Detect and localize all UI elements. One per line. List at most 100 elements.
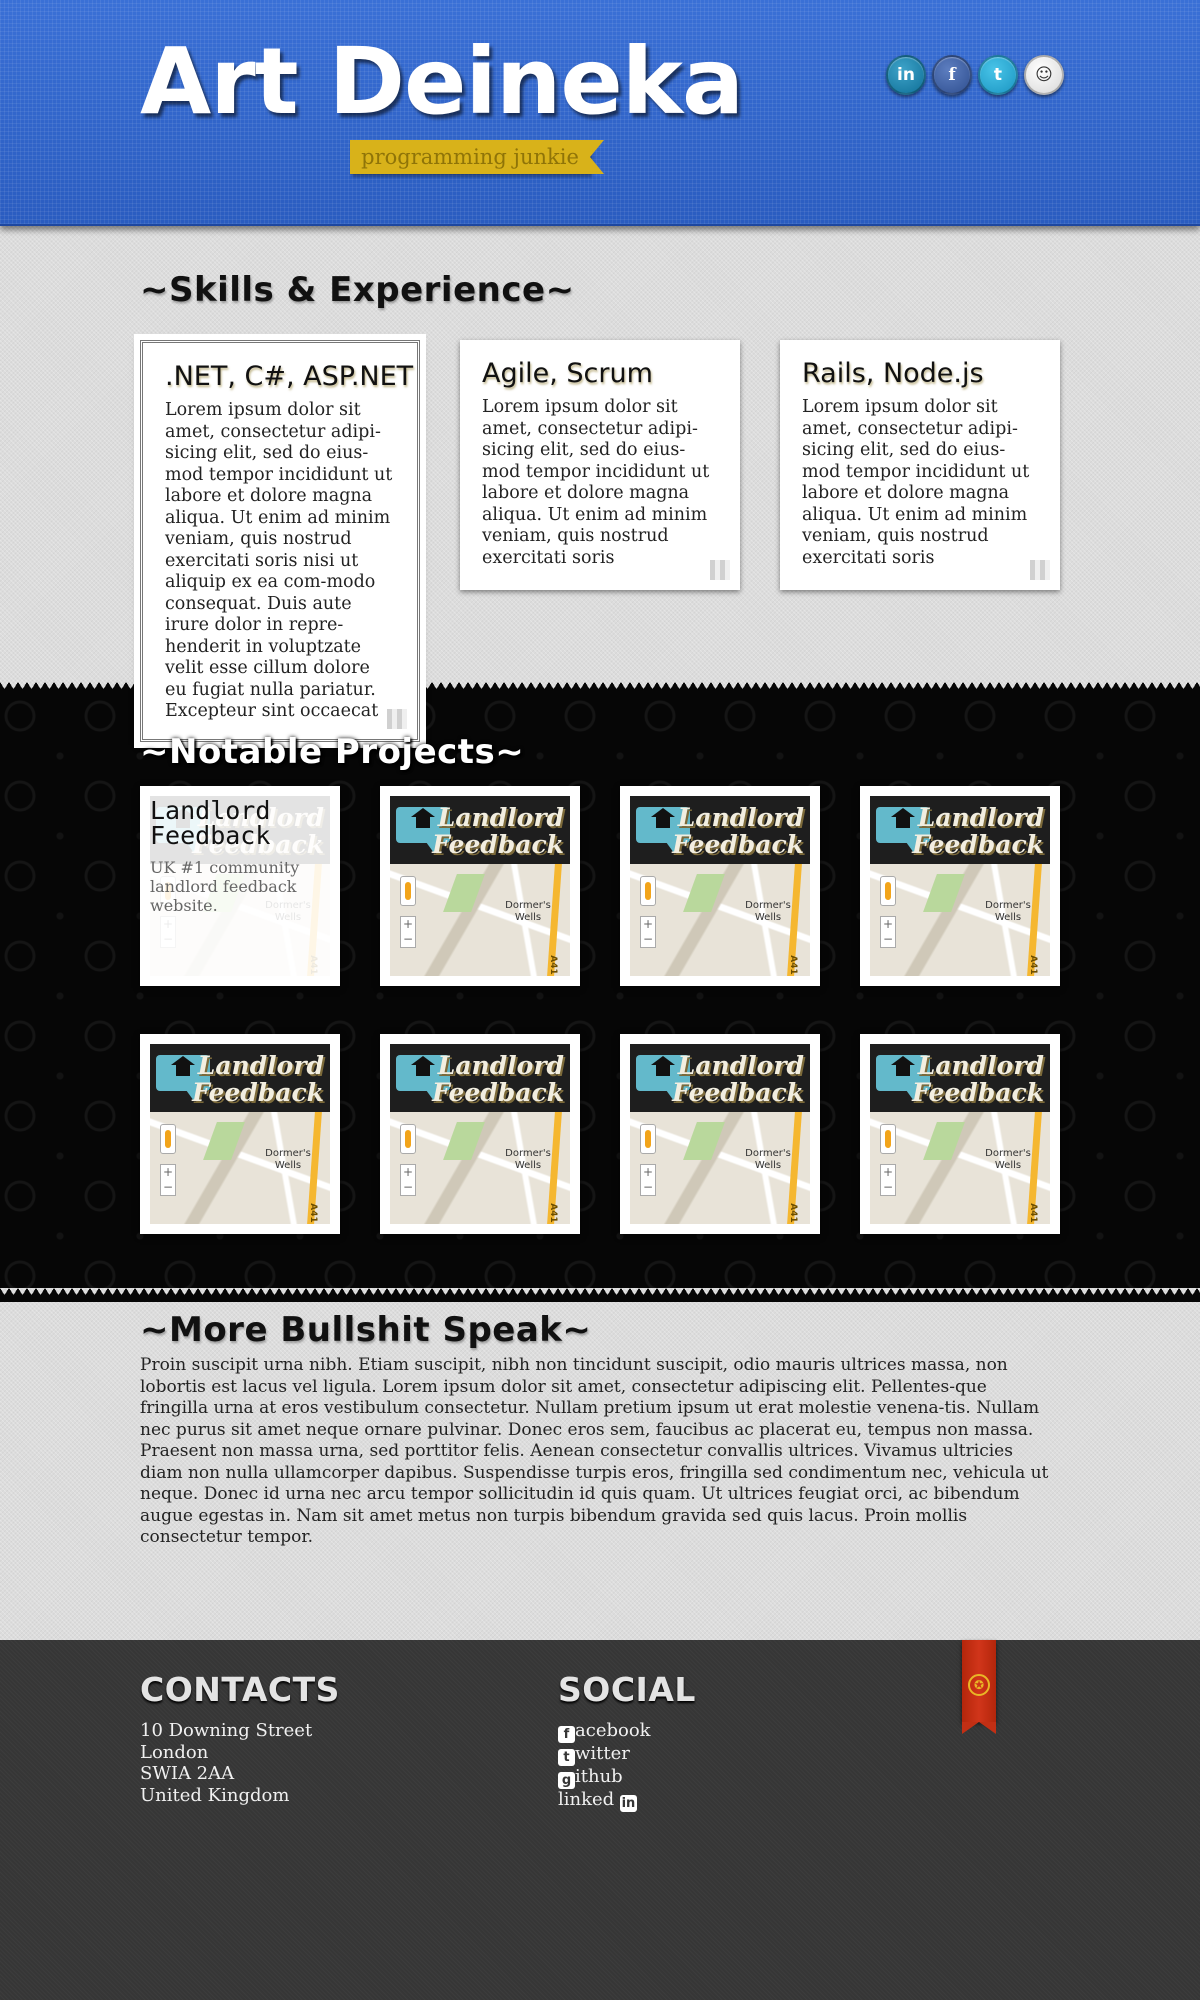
zoom-control-icon: + −: [880, 916, 896, 948]
zoom-control-icon: + −: [400, 916, 416, 948]
address-line: SWIA 2AA: [140, 1763, 235, 1784]
logo-line: Feedback: [672, 830, 804, 859]
skill-card-title: Rails, Node.js: [802, 358, 984, 389]
pegman-icon: [400, 876, 416, 906]
github-link-text: ithub: [575, 1766, 623, 1787]
project-tile[interactable]: Landlord Feedback A41 Dormer's Wells + −: [140, 1034, 340, 1234]
logo-line: Landlord: [917, 803, 1044, 832]
project-tile[interactable]: Landlord Feedback A41 Dormer's Wells + −: [620, 786, 820, 986]
logo-line: Feedback: [672, 1078, 804, 1107]
project-tile[interactable]: Landlord Feedback A41 Dormer's Wells + −: [620, 1034, 820, 1234]
map-road-label: A41: [307, 1203, 318, 1223]
social-links: f acebook t witter g ithub linked in: [558, 1720, 651, 1812]
skill-card-text: Lorem ipsum dolor sit amet, consectetur …: [802, 397, 1030, 568]
map-park: [443, 874, 485, 912]
twitter-icon: t: [558, 1749, 575, 1766]
more-heading: ~More Bullshit Speak~: [140, 1310, 592, 1350]
map-road-label: A41: [1027, 955, 1038, 975]
github-link[interactable]: g ithub: [558, 1766, 651, 1789]
map-place-label: Dormer's Wells: [985, 900, 1031, 923]
project-tile[interactable]: Landlord Feedback A41 Dormer's Wells + −: [860, 1034, 1060, 1234]
map-park: [923, 1122, 965, 1160]
logo-line: Landlord: [917, 1051, 1044, 1080]
project-tile[interactable]: Landlord Feedback A41 Dormer's Wells + −: [380, 786, 580, 986]
map-place-label: Dormer's Wells: [745, 900, 791, 923]
house-icon: [411, 808, 435, 832]
project-thumbnail: LandlordFeedback A41 Dormer's Wells + −: [630, 1044, 810, 1224]
map-park: [683, 1122, 725, 1160]
logo-line: Feedback: [432, 830, 564, 859]
facebook-link[interactable]: f acebook: [558, 1720, 651, 1743]
band-zigzag-bottom: [0, 1288, 1200, 1302]
card-corner-texture: [710, 560, 730, 580]
project-thumbnail: LandlordFeedback A41 Dormer's Wells + −: [630, 796, 810, 976]
house-icon: [411, 1056, 435, 1080]
project-thumbnail: LandlordFeedback A41 Dormer's Wells + −: [390, 1044, 570, 1224]
linkedin-link[interactable]: linked in: [558, 1789, 651, 1812]
skill-card-title: Agile, Scrum: [482, 358, 653, 389]
house-icon: [171, 1056, 195, 1080]
thumbnail-logo: LandlordFeedback: [912, 804, 1044, 858]
twitter-icon[interactable]: t: [978, 55, 1018, 95]
project-thumbnail: LandlordFeedback A41 Dormer's Wells + −: [870, 1044, 1050, 1224]
more-text: Proin suscipit urna nibh. Etiam suscipit…: [140, 1355, 1049, 1547]
project-thumbnail: LandlordFeedback A41 Dormer's Wells + −: [150, 1044, 330, 1224]
skills-heading: ~Skills & Experience~: [140, 270, 575, 310]
logo-line: Feedback: [432, 1078, 564, 1107]
address-line: 10 Downing Street: [140, 1720, 313, 1741]
zoom-control-icon: + −: [160, 1164, 176, 1196]
project-tile[interactable]: LandlordFeedbackA41Dormer's Wells+ −Land…: [140, 786, 340, 986]
address-line: United Kingdom: [140, 1784, 290, 1806]
zoom-control-icon: + −: [640, 1164, 656, 1196]
project-tile[interactable]: Landlord Feedback A41 Dormer's Wells + −: [860, 786, 1060, 986]
map-preview: A41 Dormer's Wells + −: [150, 1112, 330, 1224]
skill-card-agile[interactable]: Agile, Scrum Lorem ipsum dolor sit amet,…: [460, 340, 740, 590]
skill-card-title: .NET, C#, ASP.NET: [165, 361, 414, 392]
facebook-icon[interactable]: f: [932, 55, 972, 95]
github-icon[interactable]: ☺: [1024, 55, 1064, 95]
map-preview: A41 Dormer's Wells + −: [870, 864, 1050, 976]
map-place-label: Dormer's Wells: [745, 1148, 791, 1171]
pegman-icon: [880, 1124, 896, 1154]
pegman-icon: [160, 1124, 176, 1154]
map-road-label: A41: [547, 955, 558, 975]
logo-line: Feedback: [912, 830, 1044, 859]
site-header: Art Deineka programming junkie in f t ☺: [0, 0, 1200, 226]
map-preview: A41 Dormer's Wells + −: [390, 1112, 570, 1224]
facebook-link-text: acebook: [575, 1720, 651, 1741]
skill-card-rails[interactable]: Rails, Node.js Lorem ipsum dolor sit ame…: [780, 340, 1060, 590]
thumbnail-header: LandlordFeedback: [870, 796, 1050, 864]
logo-line: Feedback: [912, 1078, 1044, 1107]
map-park: [443, 1122, 485, 1160]
linkedin-icon[interactable]: in: [886, 55, 926, 95]
project-title: Landlord Feedback: [150, 796, 271, 850]
footer-ribbon: ✪: [962, 1640, 996, 1734]
logo-line: Feedback: [192, 1078, 324, 1107]
project-tile[interactable]: Landlord Feedback A41 Dormer's Wells + −: [380, 1034, 580, 1234]
logo-line: Landlord: [437, 803, 564, 832]
map-road-label: A41: [1027, 1203, 1038, 1223]
pegman-icon: [640, 1124, 656, 1154]
contact-address: 10 Downing Street London SWIA 2AA United…: [140, 1720, 312, 1806]
logo-line: Landlord: [677, 803, 804, 832]
house-icon: [891, 808, 915, 832]
thumbnail-logo: LandlordFeedback: [432, 1052, 564, 1106]
pegman-icon: [640, 876, 656, 906]
contacts-heading: CONTACTS: [140, 1670, 340, 1709]
address-line: London: [140, 1741, 209, 1763]
thumbnail-logo: LandlordFeedback: [672, 804, 804, 858]
project-thumbnail: LandlordFeedback A41 Dormer's Wells + −: [390, 796, 570, 976]
house-icon: [891, 1056, 915, 1080]
map-place-label: Dormer's Wells: [505, 1148, 551, 1171]
skill-card-dotnet[interactable]: .NET, C#, ASP.NET Lorem ipsum dolor sit …: [134, 334, 426, 748]
card-corner-texture: [1030, 560, 1050, 580]
twitter-link[interactable]: t witter: [558, 1743, 651, 1766]
tagline-ribbon: programming junkie: [350, 140, 604, 174]
projects-heading: ~Notable Projects~: [140, 732, 525, 772]
star-badge-icon: ✪: [968, 1674, 990, 1696]
thumbnail-header: LandlordFeedback: [390, 796, 570, 864]
map-road-label: A41: [787, 1203, 798, 1223]
thumbnail-header: LandlordFeedback: [150, 1044, 330, 1112]
logo-line: Landlord: [677, 1051, 804, 1080]
thumbnail-logo: LandlordFeedback: [192, 1052, 324, 1106]
